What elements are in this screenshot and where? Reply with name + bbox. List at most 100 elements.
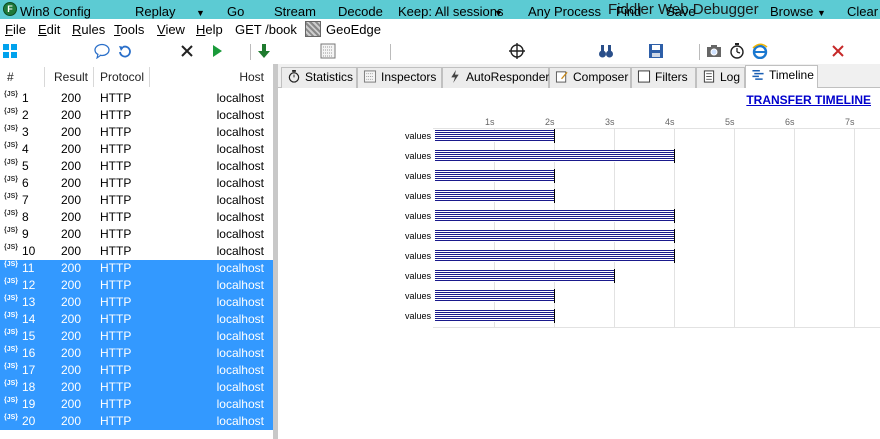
- go-button[interactable]: Go: [227, 4, 244, 19]
- ie-browser-icon[interactable]: [752, 43, 768, 59]
- menu-view[interactable]: View: [157, 22, 185, 37]
- bar-label: values: [405, 311, 432, 321]
- session-row[interactable]: {JS} 3 200 HTTP localhost: [0, 124, 273, 141]
- session-number: 1: [22, 91, 29, 105]
- column-divider[interactable]: [44, 67, 45, 87]
- remove-icon[interactable]: [179, 43, 195, 59]
- session-protocol: HTTP: [100, 346, 132, 360]
- menu-get-book[interactable]: GET /book: [235, 22, 297, 37]
- save-disk-icon[interactable]: [648, 43, 664, 59]
- tab-filters[interactable]: Filters: [631, 67, 696, 88]
- timeline-bar[interactable]: [435, 170, 554, 182]
- timeline-bar[interactable]: [435, 190, 554, 202]
- crosshair-icon[interactable]: [509, 43, 525, 59]
- stopwatch-icon: [288, 70, 300, 83]
- javascript-file-icon: {JS}: [4, 108, 19, 115]
- comment-icon[interactable]: [94, 43, 110, 59]
- session-result: 200: [61, 159, 82, 173]
- session-row[interactable]: {JS} 12 200 HTTP localhost: [0, 277, 273, 294]
- session-row[interactable]: {JS} 13 200 HTTP localhost: [0, 294, 273, 311]
- session-row[interactable]: {JS} 11 200 HTTP localhost: [0, 260, 273, 277]
- session-host: localhost: [216, 312, 264, 326]
- timeline-bar[interactable]: [435, 150, 674, 162]
- timer-icon[interactable]: [729, 43, 745, 59]
- bar-end-marker: [554, 129, 555, 143]
- tab-inspectors[interactable]: Inspectors: [357, 67, 442, 88]
- decode-button[interactable]: Decode: [338, 4, 383, 19]
- timeline-bar[interactable]: [435, 230, 674, 242]
- session-row[interactable]: {JS} 8 200 HTTP localhost: [0, 209, 273, 226]
- go-play-icon[interactable]: [209, 43, 225, 59]
- replay-icon[interactable]: [117, 43, 133, 59]
- bar-label: values: [405, 191, 432, 201]
- session-number: 19: [22, 397, 36, 411]
- browse-dropdown-caret[interactable]: ▼: [817, 8, 826, 18]
- column-header-number[interactable]: #: [7, 64, 14, 90]
- column-header-protocol[interactable]: Protocol: [100, 64, 144, 90]
- timeline-bar[interactable]: [435, 290, 554, 302]
- timeline-bar[interactable]: [435, 130, 554, 142]
- session-row[interactable]: {JS} 17 200 HTTP localhost: [0, 362, 273, 379]
- tab-composer[interactable]: Composer: [549, 67, 631, 88]
- keep-sessions-dropdown[interactable]: Keep: All sessions: [398, 4, 504, 19]
- session-row[interactable]: {JS} 19 200 HTTP localhost: [0, 396, 273, 413]
- camera-icon[interactable]: [706, 43, 722, 59]
- menu-tools[interactable]: Tools: [114, 22, 144, 37]
- stream-button[interactable]: Stream: [274, 4, 316, 19]
- browse-button[interactable]: Browse: [770, 4, 813, 19]
- column-divider[interactable]: [93, 67, 94, 87]
- clear-cache-button[interactable]: Clear C: [847, 4, 880, 19]
- session-row[interactable]: {JS} 5 200 HTTP localhost: [0, 158, 273, 175]
- column-divider[interactable]: [149, 67, 150, 87]
- session-number: 2: [22, 108, 29, 122]
- session-row[interactable]: {JS} 1 200 HTTP localhost: [0, 90, 273, 107]
- menu-edit[interactable]: Edit: [38, 22, 60, 37]
- menu-geoedge[interactable]: GeoEdge: [326, 22, 381, 37]
- menu-file[interactable]: File: [5, 22, 26, 37]
- timeline-bar[interactable]: [435, 250, 674, 262]
- session-list[interactable]: # Result Protocol Host {JS} 1 200 HTTP local…: [0, 64, 273, 439]
- session-row[interactable]: {JS} 2 200 HTTP localhost: [0, 107, 273, 124]
- timeline-title[interactable]: TRANSFER TIMELINE: [746, 93, 871, 107]
- binoculars-icon[interactable]: [598, 43, 614, 59]
- remove-dropdown-caret[interactable]: ▼: [196, 8, 205, 18]
- fiddler-app-icon: F: [3, 2, 17, 16]
- session-number: 8: [22, 210, 29, 224]
- stream-arrow-icon[interactable]: [256, 43, 272, 59]
- session-row[interactable]: {JS} 9 200 HTTP localhost: [0, 226, 273, 243]
- timeline-bar[interactable]: [435, 210, 674, 222]
- find-button[interactable]: Find: [616, 4, 641, 19]
- decode-icon[interactable]: [320, 43, 336, 59]
- session-row[interactable]: {JS} 10 200 HTTP localhost: [0, 243, 273, 260]
- session-row[interactable]: {JS} 16 200 HTTP localhost: [0, 345, 273, 362]
- save-button[interactable]: Save: [666, 4, 696, 19]
- replay-button[interactable]: Replay: [135, 4, 175, 19]
- clear-cache-icon[interactable]: [830, 43, 846, 59]
- menu-help[interactable]: Help: [196, 22, 223, 37]
- bar-end-marker: [554, 289, 555, 303]
- tab-log[interactable]: Log: [696, 67, 745, 88]
- tab-timeline[interactable]: Timeline: [745, 65, 818, 89]
- any-process-button[interactable]: Any Process: [528, 4, 601, 19]
- menu-rules[interactable]: Rules: [72, 22, 105, 37]
- session-row[interactable]: {JS} 6 200 HTTP localhost: [0, 175, 273, 192]
- session-row[interactable]: {JS} 18 200 HTTP localhost: [0, 379, 273, 396]
- column-header-result[interactable]: Result: [54, 64, 88, 90]
- tab-autoresponder[interactable]: AutoResponder: [442, 67, 549, 88]
- timeline-bar[interactable]: [435, 310, 554, 322]
- session-row[interactable]: {JS} 14 200 HTTP localhost: [0, 311, 273, 328]
- timeline-bar[interactable]: [435, 270, 614, 282]
- session-row[interactable]: {JS} 15 200 HTTP localhost: [0, 328, 273, 345]
- timeline-panel: TRANSFER TIMELINE 1s 2s 3s 4s 5s 6s 7s values va…: [278, 88, 880, 439]
- tab-statistics[interactable]: Statistics: [281, 67, 357, 88]
- keep-dropdown-caret[interactable]: ▼: [494, 8, 503, 18]
- session-row[interactable]: {JS} 20 200 HTTP localhost: [0, 413, 273, 430]
- column-header-host[interactable]: Host: [239, 64, 264, 90]
- windows-logo-icon[interactable]: [2, 43, 18, 59]
- win8-config-button[interactable]: Win8 Config: [20, 4, 91, 19]
- geoedge-icon[interactable]: [305, 21, 321, 37]
- session-number: 17: [22, 363, 36, 377]
- session-row[interactable]: {JS} 4 200 HTTP localhost: [0, 141, 273, 158]
- session-result: 200: [61, 346, 82, 360]
- session-row[interactable]: {JS} 7 200 HTTP localhost: [0, 192, 273, 209]
